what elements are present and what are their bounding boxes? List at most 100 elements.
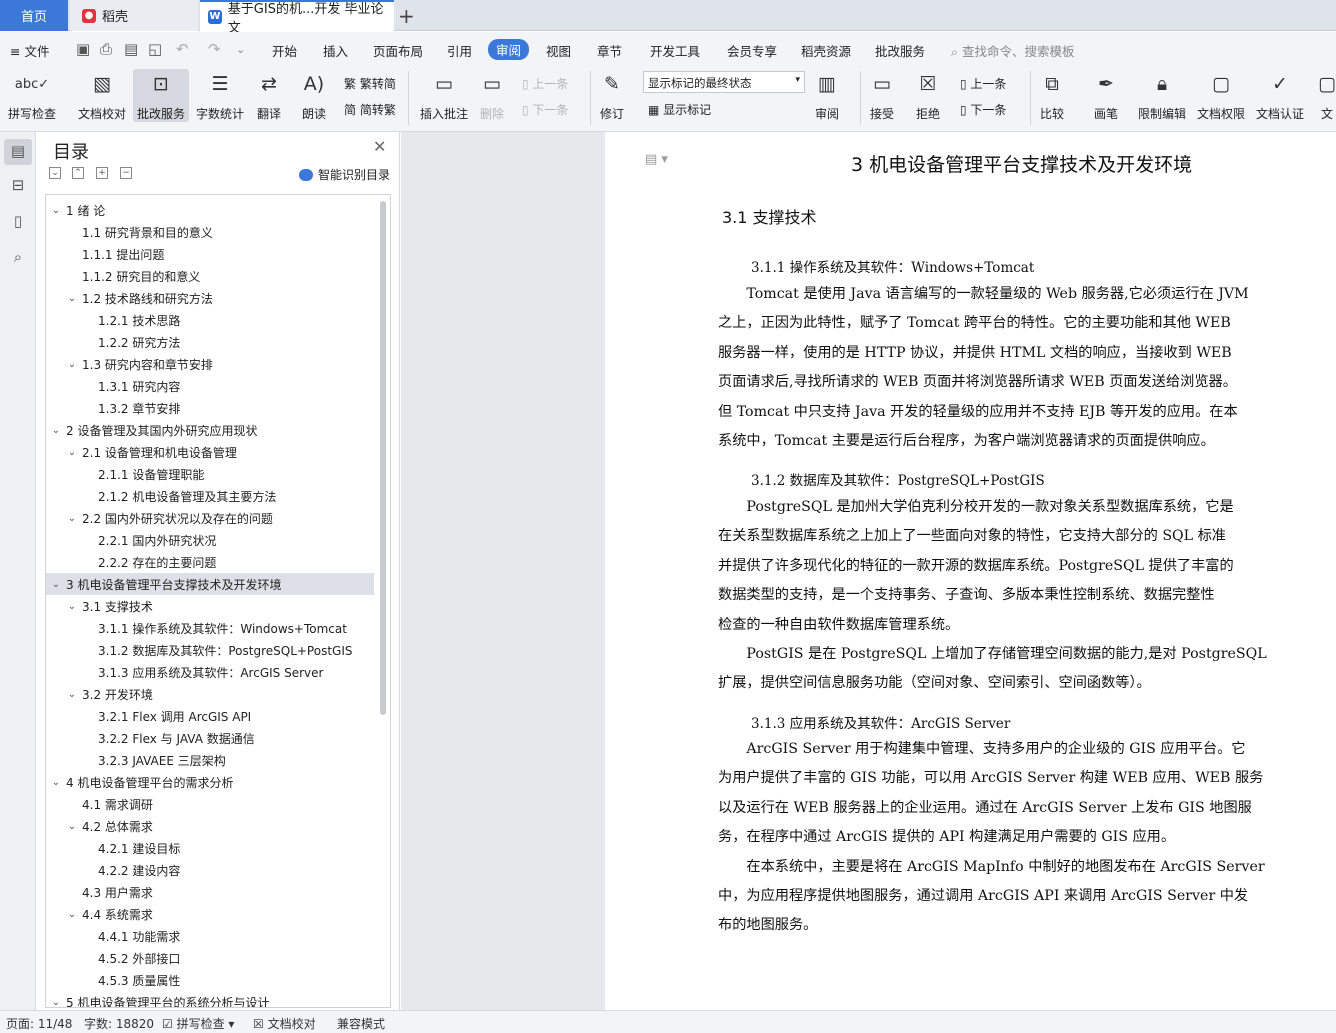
toc-item[interactable]: 4.5.3 质量属性 — [46, 969, 374, 991]
toc-item[interactable]: 1.2.1 技术思路 — [46, 309, 374, 331]
toc-item[interactable]: 3.2.2 Flex 与 JAVA 数据通信 — [46, 727, 374, 749]
toc-item[interactable]: ⌄ 4.4 系统需求 — [46, 903, 374, 925]
markup-state-select[interactable]: 显示标记的最终状态 ▾ — [643, 71, 805, 93]
expand-chevron-icon[interactable]: ⌄ — [66, 601, 78, 612]
toc-item[interactable]: ⌄ 1.2 技术路线和研究方法 — [46, 287, 374, 309]
page-indicator[interactable]: 页面: 11/48 — [6, 1015, 72, 1032]
toc-item[interactable]: ⌄ 4 机电设备管理平台的需求分析 — [46, 771, 374, 793]
smart-toc-button[interactable]: 智能识别目录 — [299, 166, 390, 183]
menu-references[interactable]: 引用 — [447, 41, 472, 60]
expand-up-icon[interactable]: ⌃ — [72, 167, 84, 179]
menu-home[interactable]: 开始 — [272, 41, 297, 60]
menu-review-service[interactable]: 批改服务 — [875, 41, 925, 60]
show-markup-button[interactable]: ▦ 显示标记 — [648, 101, 711, 118]
toc-item[interactable]: 1.1.2 研究目的和意义 — [46, 265, 374, 287]
toc-item[interactable]: 3.1.1 操作系统及其软件：Windows+Tomcat — [46, 617, 374, 639]
print-icon[interactable]: ▤ — [124, 40, 138, 58]
toc-item[interactable]: 4.1 需求调研 — [46, 793, 374, 815]
menu-insert[interactable]: 插入 — [323, 41, 348, 60]
expand-chevron-icon[interactable]: ⌄ — [66, 293, 78, 304]
toc-item[interactable]: ⌄ 3.2 开发环境 — [46, 683, 374, 705]
translate-button[interactable]: ⇄ 翻译 — [255, 69, 283, 122]
document-page[interactable]: ▤ ▾ 3 机电设备管理平台支撑技术及开发环境 3.1 支撑技术 3.1.1 操… — [605, 132, 1336, 1010]
toc-item[interactable]: 4.2.2 建设内容 — [46, 859, 374, 881]
toc-item[interactable]: 2.2.2 存在的主要问题 — [46, 551, 374, 573]
nav-pane-icon[interactable]: ⊟ — [8, 176, 28, 196]
close-icon[interactable]: ✕ — [373, 137, 386, 156]
collapse-all-icon[interactable]: ⌄ — [49, 167, 61, 179]
toc-item[interactable]: ⌄ 2 设备管理及其国内外研究应用现状 — [46, 419, 374, 441]
expand-chevron-icon[interactable]: ⌄ — [50, 997, 62, 1008]
expand-chevron-icon[interactable]: ⌄ — [66, 513, 78, 524]
expand-chevron-icon[interactable]: ⌄ — [66, 447, 78, 458]
expand-chevron-icon[interactable]: ⌄ — [66, 689, 78, 700]
menu-page-layout[interactable]: 页面布局 — [373, 41, 423, 60]
toc-item[interactable]: ⌄ 2.2 国内外研究状况以及存在的问题 — [46, 507, 374, 529]
spellcheck-toggle[interactable]: ☑ 拼写检查 ▾ — [162, 1015, 234, 1032]
undo-icon[interactable]: ↶ — [176, 40, 189, 58]
restrict-edit-button[interactable]: 🔒︎ 限制编辑 — [1138, 69, 1186, 122]
toc-item[interactable]: ⌄ 1 绪 论 — [46, 199, 374, 221]
delete-comment-button[interactable]: ▭ 删除 — [478, 69, 506, 122]
expand-chevron-icon[interactable]: ⌄ — [50, 425, 62, 436]
doc-more-button[interactable]: ▢ 文 — [1318, 69, 1336, 122]
expand-chevron-icon[interactable]: ⌄ — [50, 205, 62, 216]
menu-developer[interactable]: 开发工具 — [650, 41, 700, 60]
next-change-button[interactable]: ▯ 下一条 — [960, 101, 1006, 118]
menu-review[interactable]: 审阅 — [488, 39, 530, 60]
next-comment-button[interactable]: ▯ 下一条 — [522, 101, 568, 118]
toc-item[interactable]: ⌄ 3 机电设备管理平台支撑技术及开发环境 — [46, 573, 374, 595]
toc-item[interactable]: 1.3.1 研究内容 — [46, 375, 374, 397]
page-options-icon[interactable]: ▤ ▾ — [645, 152, 668, 167]
toc-item[interactable]: 2.2.1 国内外研究状况 — [46, 529, 374, 551]
toc-panel-icon[interactable]: ▤ — [4, 139, 32, 165]
toc-item[interactable]: 4.3 用户需求 — [46, 881, 374, 903]
toc-item[interactable]: 2.1.1 设备管理职能 — [46, 463, 374, 485]
prev-comment-button[interactable]: ▯ 上一条 — [522, 75, 568, 92]
remove-heading-icon[interactable]: − — [120, 167, 132, 179]
doc-proof-toggle[interactable]: ☒ 文档校对 — [253, 1015, 316, 1032]
toc-item[interactable]: 1.3.2 章节安排 — [46, 397, 374, 419]
toc-item[interactable]: 3.2.3 JAVAEE 三层架构 — [46, 749, 374, 771]
reject-button[interactable]: ☒ 拒绝 — [914, 69, 942, 122]
review-service-button[interactable]: ⊡ 批改服务 — [133, 69, 190, 122]
expand-chevron-icon[interactable]: ⌄ — [66, 909, 78, 920]
toc-item[interactable]: 4.5.2 外部接口 — [46, 947, 374, 969]
to-traditional-button[interactable]: 繁 繁转简 — [344, 75, 396, 92]
toc-item[interactable]: 3.2.1 Flex 调用 ArcGIS API — [46, 705, 374, 727]
command-search[interactable]: ⌕ 查找命令、搜索模板 — [951, 41, 1075, 60]
compare-button[interactable]: ⧉ 比较 — [1038, 69, 1066, 122]
bookmark-icon[interactable]: ▯ — [8, 212, 28, 232]
doc-proof-button[interactable]: ▧ 文档校对 — [78, 69, 126, 122]
menu-chapter[interactable]: 章节 — [597, 41, 622, 60]
new-tab-button[interactable]: + — [398, 4, 415, 28]
menu-member[interactable]: 会员专享 — [727, 41, 777, 60]
save-icon[interactable]: ▣ — [76, 40, 90, 58]
doc-cert-button[interactable]: ✓ 文档认证 — [1256, 69, 1304, 122]
toc-item[interactable]: ⌄ 1.3 研究内容和章节安排 — [46, 353, 374, 375]
doc-rights-button[interactable]: ▢ 文档权限 — [1197, 69, 1245, 122]
word-count-indicator[interactable]: 字数: 18820 — [84, 1015, 154, 1032]
menu-view[interactable]: 视图 — [546, 41, 571, 60]
insert-comment-button[interactable]: ▭ 插入批注 — [420, 69, 468, 122]
word-count-button[interactable]: ☰ 字数统计 — [196, 69, 244, 122]
to-simplified-button[interactable]: 简 简转繁 — [344, 101, 396, 118]
toc-item[interactable]: 4.4.1 功能需求 — [46, 925, 374, 947]
print-preview-icon[interactable]: ◱ — [148, 40, 162, 58]
menu-daoke-resources[interactable]: 稻壳资源 — [801, 41, 851, 60]
toc-item[interactable]: ⌄ 2.1 设备管理和机电设备管理 — [46, 441, 374, 463]
toc-scrollbar[interactable] — [380, 201, 386, 715]
expand-chevron-icon[interactable]: ⌄ — [66, 359, 78, 370]
toc-item[interactable]: 4.2.1 建设目标 — [46, 837, 374, 859]
prev-change-button[interactable]: ▯ 上一条 — [960, 75, 1006, 92]
toc-item[interactable]: 1.2.2 研究方法 — [46, 331, 374, 353]
accept-button[interactable]: ▭ 接受 — [868, 69, 896, 122]
read-aloud-button[interactable]: A) 朗读 — [300, 69, 328, 122]
toc-item[interactable]: ⌄ 5 机电设备管理平台的系统分析与设计 — [46, 991, 374, 1008]
track-changes-button[interactable]: ✎ 修订 — [598, 69, 626, 122]
expand-chevron-icon[interactable]: ⌄ — [50, 777, 62, 788]
toc-item[interactable]: 3.1.2 数据库及其软件：PostgreSQL+PostGIS — [46, 639, 374, 661]
toc-item[interactable]: 2.1.2 机电设备管理及其主要方法 — [46, 485, 374, 507]
add-heading-icon[interactable]: + — [96, 167, 108, 179]
tab-document[interactable]: W 基于GIS的机...开发 毕业论文 — [200, 0, 394, 36]
